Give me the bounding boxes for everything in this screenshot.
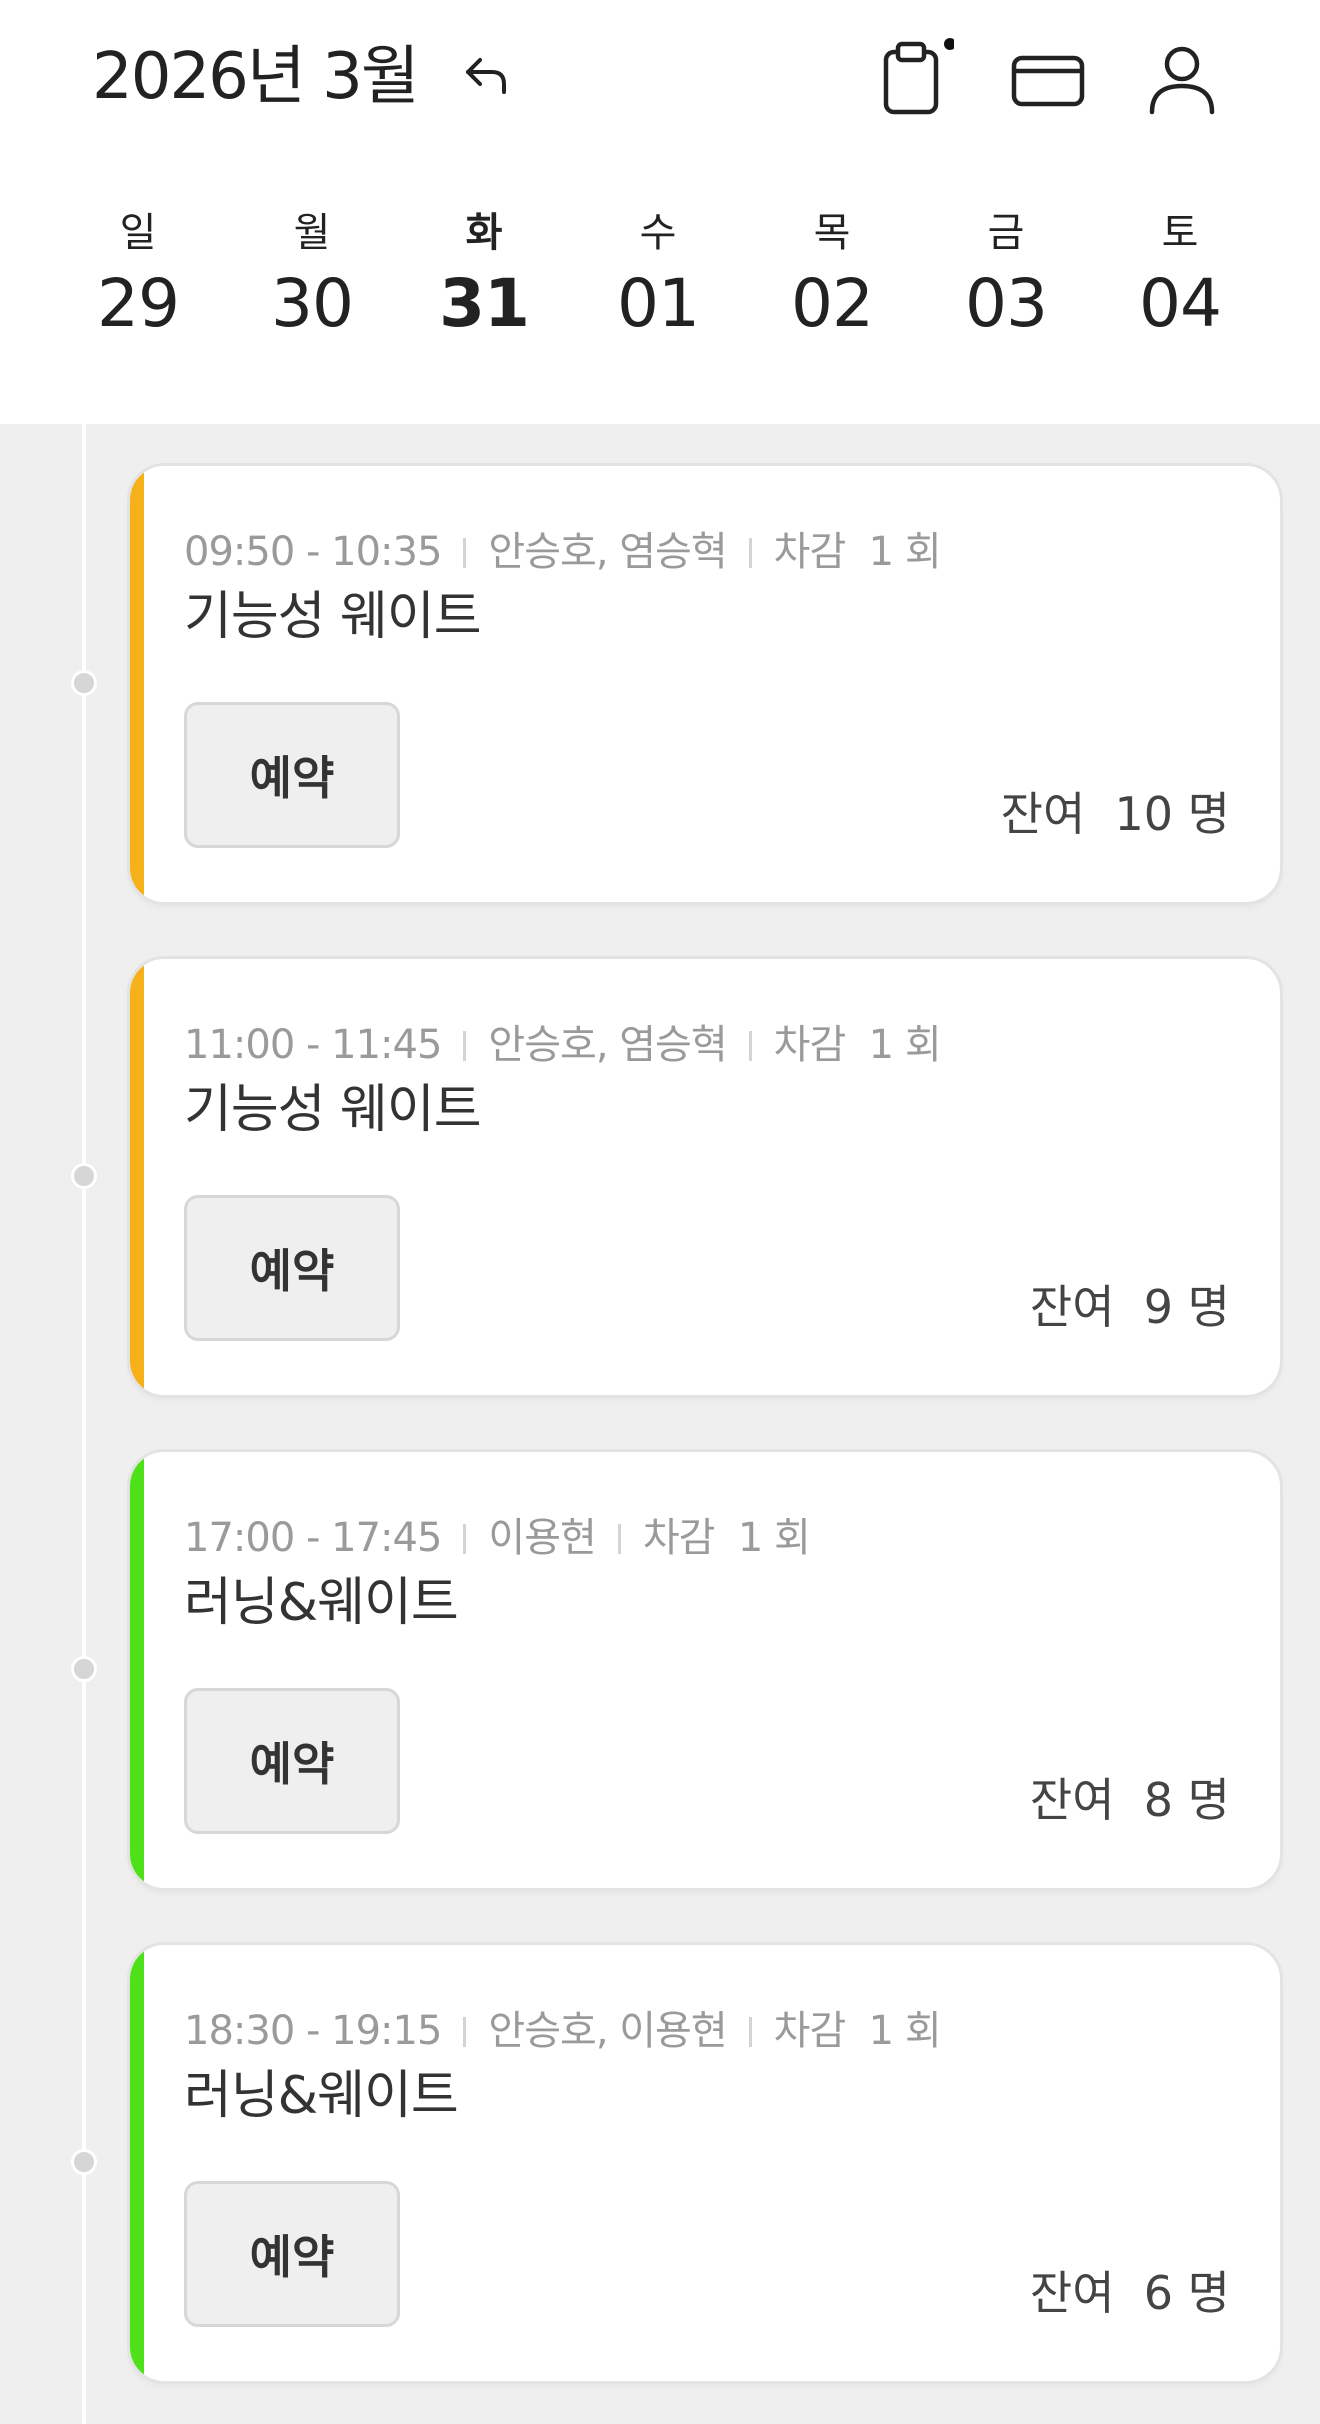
remaining-seats: 잔여 9 명: [1029, 1280, 1230, 1334]
class-meta: 11:00 - 11:45 안승호, 염승혁 차감 1 회: [184, 1017, 942, 1073]
meta-divider: [463, 2017, 467, 2047]
class-deduction: 차감 1 회: [642, 1515, 811, 1561]
meta-divider: [748, 538, 752, 568]
class-title: 기능성 웨이트: [184, 1080, 482, 1140]
day-tuesday-selected[interactable]: 화 31: [404, 204, 564, 346]
day-name: 금: [987, 210, 1025, 256]
reserve-button[interactable]: 예약: [184, 1688, 400, 1834]
day-friday[interactable]: 금 03: [926, 204, 1086, 346]
class-title: 러닝&웨이트: [184, 1573, 459, 1633]
class-deduction: 차감 1 회: [773, 2008, 942, 2054]
card-icon[interactable]: [1006, 38, 1090, 122]
class-card[interactable]: 09:50 - 10:35 안승호, 염승혁 차감 1 회 기능성 웨이트 예약 잔…: [130, 466, 1280, 902]
day-name: 월: [293, 210, 331, 256]
day-name: 토: [1161, 210, 1199, 256]
meta-divider: [748, 1031, 752, 1061]
class-title: 러닝&웨이트: [184, 2066, 459, 2126]
day-name: 화: [465, 210, 503, 256]
class-meta: 18:30 - 19:15 안승호, 이용현 차감 1 회: [184, 2003, 942, 2059]
day-thursday[interactable]: 목 02: [752, 204, 912, 346]
class-color-bar: [130, 466, 144, 902]
timeline-line: [82, 424, 86, 2424]
meta-divider: [463, 538, 467, 568]
day-number: 30: [271, 265, 354, 342]
day-number: 31: [439, 265, 530, 342]
reserve-button[interactable]: 예약: [184, 2181, 400, 2327]
class-deduction: 차감 1 회: [773, 529, 942, 575]
class-card[interactable]: 18:30 - 19:15 안승호, 이용현 차감 1 회 러닝&웨이트 예약 잔여…: [130, 1945, 1280, 2381]
day-number: 04: [1139, 265, 1222, 342]
day-sunday[interactable]: 일 29: [58, 204, 218, 346]
week-selector: 일 29 월 30 화 31 수 01 목 02 금 03 토 04: [40, 204, 1300, 354]
class-instructors: 이용현: [488, 1515, 596, 1561]
meta-divider: [617, 1524, 621, 1554]
class-card[interactable]: 11:00 - 11:45 안승호, 염승혁 차감 1 회 기능성 웨이트 예약 잔…: [130, 959, 1280, 1395]
app-header: 2026년 3월 일 29 월 30 화 31 수 01 목 02 금 03 토…: [0, 0, 1320, 424]
day-wednesday[interactable]: 수 01: [578, 204, 738, 346]
class-time: 18:30 - 19:15: [184, 2008, 442, 2054]
class-card[interactable]: 17:00 - 17:45 이용현 차감 1 회 러닝&웨이트 예약 잔여 8 명: [130, 1452, 1280, 1888]
timeline-dot: [71, 2149, 97, 2175]
remaining-seats: 잔여 10 명: [1000, 787, 1230, 841]
day-name: 수: [639, 210, 677, 256]
reserve-button[interactable]: 예약: [184, 1195, 400, 1341]
user-icon[interactable]: [1140, 38, 1224, 122]
class-instructors: 안승호, 이용현: [488, 2008, 727, 2054]
class-title: 기능성 웨이트: [184, 587, 482, 647]
day-name: 목: [813, 210, 851, 256]
month-title[interactable]: 2026년 3월: [92, 32, 420, 122]
class-color-bar: [130, 1945, 144, 2381]
day-number: 02: [791, 265, 874, 342]
timeline-dot: [71, 1656, 97, 1682]
timeline-dot: [71, 670, 97, 696]
day-monday[interactable]: 월 30: [232, 204, 392, 346]
meta-divider: [748, 2017, 752, 2047]
class-instructors: 안승호, 염승혁: [488, 529, 727, 575]
class-time: 11:00 - 11:45: [184, 1022, 442, 1068]
meta-divider: [463, 1031, 467, 1061]
day-number: 29: [97, 265, 180, 342]
notification-dot: [944, 38, 954, 50]
class-color-bar: [130, 1452, 144, 1888]
meta-divider: [463, 1524, 467, 1554]
class-meta: 09:50 - 10:35 안승호, 염승혁 차감 1 회: [184, 524, 942, 580]
day-name: 일: [119, 210, 157, 256]
class-time: 17:00 - 17:45: [184, 1515, 442, 1561]
class-instructors: 안승호, 염승혁: [488, 1022, 727, 1068]
timeline-dot: [71, 1163, 97, 1189]
class-color-bar: [130, 959, 144, 1395]
day-number: 03: [965, 265, 1048, 342]
class-meta: 17:00 - 17:45 이용현 차감 1 회: [184, 1510, 811, 1566]
clipboard-icon[interactable]: [870, 38, 954, 122]
class-time: 09:50 - 10:35: [184, 529, 442, 575]
remaining-seats: 잔여 6 명: [1029, 2266, 1230, 2320]
undo-arrow-icon[interactable]: [454, 44, 518, 108]
remaining-seats: 잔여 8 명: [1029, 1773, 1230, 1827]
day-saturday[interactable]: 토 04: [1100, 204, 1260, 346]
reserve-button[interactable]: 예약: [184, 702, 400, 848]
day-number: 01: [617, 265, 700, 342]
class-deduction: 차감 1 회: [773, 1022, 942, 1068]
